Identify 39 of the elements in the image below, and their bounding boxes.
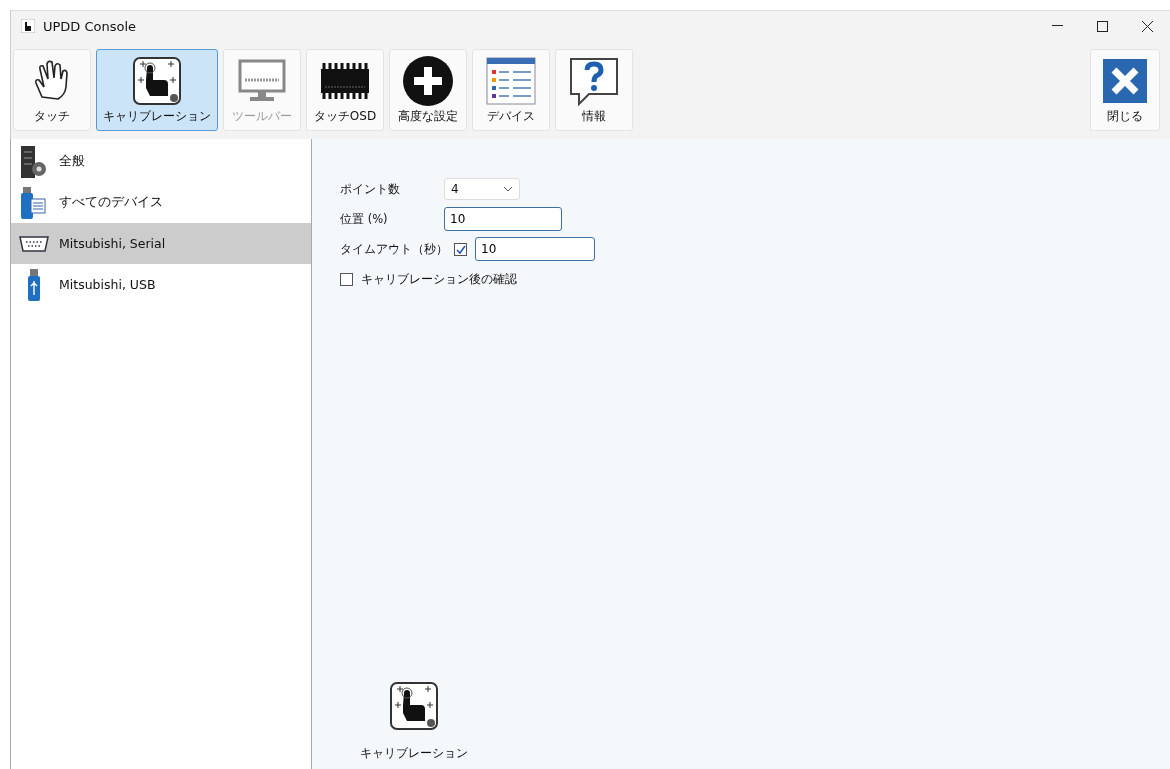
checkbox[interactable] — [340, 272, 353, 286]
sidebar-item[interactable]: 全般 — [11, 141, 311, 182]
toolbar-tab[interactable]: 情報 — [555, 49, 633, 131]
points-dropdown[interactable]: 4 — [444, 178, 520, 200]
checkbox[interactable] — [454, 242, 467, 256]
table-icon — [485, 56, 537, 106]
sidebar-item[interactable]: Mitsubishi, USB — [11, 264, 311, 305]
toolbar-tab[interactable]: タッチ — [13, 49, 91, 131]
close-icon — [1142, 20, 1153, 32]
field-label: 位置 (%) — [340, 211, 389, 227]
calibrate-button[interactable]: キャリブレーション — [360, 681, 468, 762]
serial-port-icon — [18, 234, 50, 253]
help-icon — [567, 56, 621, 106]
chevron-down-icon — [503, 186, 513, 192]
usb-list-icon — [19, 186, 49, 219]
chip-icon — [319, 61, 371, 101]
toolbar-tab[interactable]: デバイス — [472, 49, 550, 131]
field-label: タイムアウト（秒） — [340, 241, 449, 257]
field-label: ポイント数 — [340, 181, 401, 197]
toolbar-tab[interactable]: 高度な設定 — [389, 49, 467, 131]
position-field[interactable]: 10 — [444, 207, 562, 231]
server-gear-icon — [19, 145, 49, 178]
sidebar-item[interactable]: すべてのデバイス — [11, 182, 311, 223]
minimize-icon — [1052, 25, 1063, 27]
toolbar-tab[interactable]: タッチOSD — [306, 49, 384, 131]
calibrate-icon — [132, 56, 182, 106]
sidebar-item[interactable]: Mitsubishi, Serial — [11, 223, 311, 264]
usb-icon — [27, 268, 41, 301]
plus-icon — [402, 55, 454, 107]
close-button[interactable]: 閉じる — [1090, 49, 1160, 131]
checkbox-label: キャリブレーション後の確認 — [361, 270, 517, 288]
app-icon — [21, 19, 35, 33]
toolbar-tab[interactable]: キャリブレーション — [96, 49, 218, 131]
window-title: UPDD Console — [43, 18, 137, 34]
monitor-icon — [237, 58, 287, 104]
timeout-field[interactable]: 10 — [475, 237, 595, 261]
maximize-icon — [1097, 20, 1108, 32]
close-icon — [1103, 59, 1147, 103]
calibrate-icon — [389, 681, 439, 731]
